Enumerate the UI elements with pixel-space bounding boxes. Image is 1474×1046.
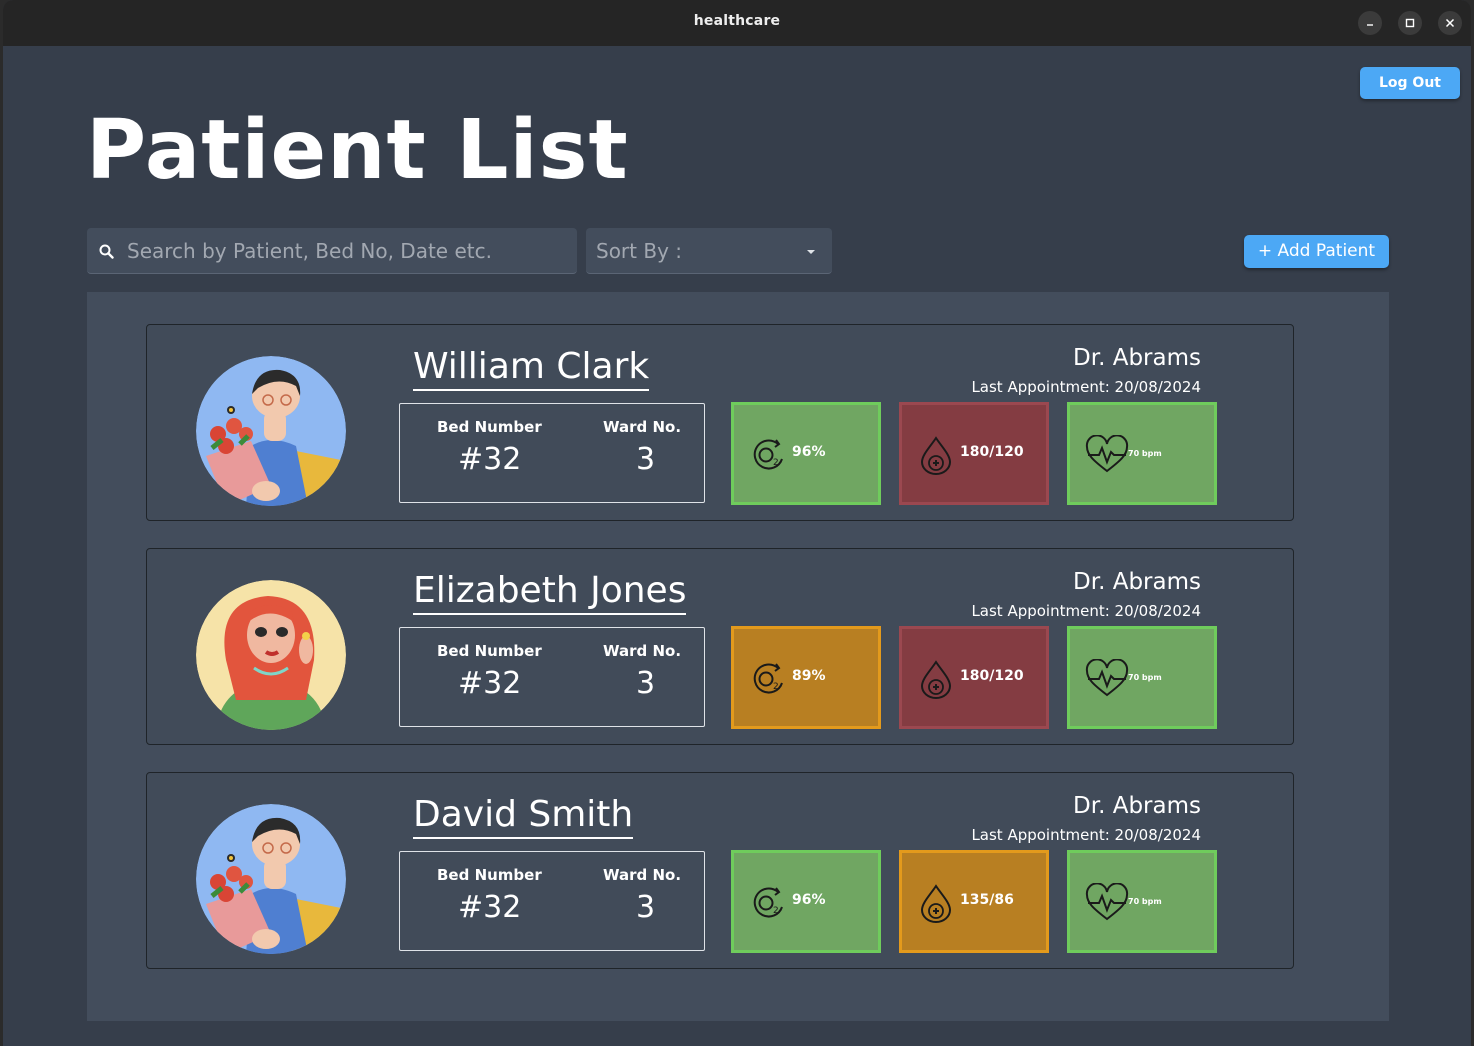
avatar-man-flowers-icon bbox=[196, 804, 346, 954]
oxygen-value: 89% bbox=[792, 668, 826, 684]
bed-ward-box: Bed Number #32 Ward No. 3 bbox=[399, 627, 705, 727]
bed-number-value: #32 bbox=[458, 442, 522, 477]
minimize-icon bbox=[1367, 24, 1373, 26]
oxygen-value: 96% bbox=[792, 892, 826, 908]
avatar bbox=[196, 580, 346, 730]
avatar bbox=[196, 356, 346, 506]
doctor-name: Dr. Abrams bbox=[1073, 345, 1201, 371]
sort-label: Sort By : bbox=[596, 239, 683, 263]
heart-rate-value: 70 bpm bbox=[1128, 449, 1162, 458]
bed-number-value: #32 bbox=[458, 666, 522, 701]
svg-text:2: 2 bbox=[773, 906, 779, 916]
page-title: Patient List bbox=[86, 103, 629, 198]
oxygen-icon: 2 bbox=[753, 887, 783, 918]
heart-rate-value: 70 bpm bbox=[1128, 673, 1162, 682]
blood-drop-icon bbox=[920, 660, 952, 699]
search-icon bbox=[99, 244, 114, 259]
patient-card[interactable]: David Smith Dr. Abrams Last Appointment:… bbox=[146, 772, 1294, 969]
minimize-button[interactable] bbox=[1358, 11, 1382, 35]
blood-pressure-value: 135/86 bbox=[960, 892, 1014, 908]
title-bar: healthcare bbox=[3, 0, 1471, 46]
blood-drop-icon bbox=[920, 436, 952, 475]
bed-number-label: Bed Number bbox=[437, 642, 542, 660]
bed-number-value: #32 bbox=[458, 890, 522, 925]
close-icon bbox=[1445, 18, 1455, 28]
blood-pressure-tile[interactable]: 180/120 bbox=[899, 402, 1049, 505]
logout-button[interactable]: Log Out bbox=[1360, 67, 1460, 99]
patient-name: Elizabeth Jones bbox=[413, 570, 687, 615]
blood-drop-icon bbox=[920, 884, 952, 923]
oxygen-tile[interactable]: 2 89% bbox=[731, 626, 881, 729]
oxygen-value: 96% bbox=[792, 444, 826, 460]
sort-dropdown[interactable]: Sort By : bbox=[586, 228, 832, 274]
maximize-icon bbox=[1405, 18, 1415, 28]
ward-no-value: 3 bbox=[636, 890, 656, 925]
oxygen-tile[interactable]: 2 96% bbox=[731, 850, 881, 953]
heart-rate-tile[interactable]: 70 bpm bbox=[1067, 626, 1217, 729]
blood-pressure-value: 180/120 bbox=[960, 668, 1024, 684]
svg-text:2: 2 bbox=[773, 682, 779, 692]
avatar bbox=[196, 804, 346, 954]
app-window: healthcare Log Out Patient List Search b… bbox=[3, 0, 1471, 1046]
blood-pressure-value: 180/120 bbox=[960, 444, 1024, 460]
heart-rate-tile[interactable]: 70 bpm bbox=[1067, 402, 1217, 505]
bed-number-label: Bed Number bbox=[437, 418, 542, 436]
last-appointment: Last Appointment: 20/08/2024 bbox=[971, 378, 1201, 396]
oxygen-icon: 2 bbox=[753, 439, 783, 470]
patient-card[interactable]: William Clark Dr. Abrams Last Appointmen… bbox=[146, 324, 1294, 521]
last-appointment: Last Appointment: 20/08/2024 bbox=[971, 602, 1201, 620]
heart-rate-value: 70 bpm bbox=[1128, 897, 1162, 906]
patient-name: William Clark bbox=[413, 346, 650, 391]
ward-no-label: Ward No. bbox=[603, 866, 682, 884]
blood-pressure-tile[interactable]: 135/86 bbox=[899, 850, 1049, 953]
heart-rate-icon bbox=[1085, 883, 1129, 921]
heart-rate-tile[interactable]: 70 bpm bbox=[1067, 850, 1217, 953]
patient-card[interactable]: Elizabeth Jones Dr. Abrams Last Appointm… bbox=[146, 548, 1294, 745]
oxygen-icon: 2 bbox=[753, 663, 783, 694]
avatar-man-flowers-icon bbox=[196, 356, 346, 506]
ward-no-label: Ward No. bbox=[603, 642, 682, 660]
bed-number-label: Bed Number bbox=[437, 866, 542, 884]
maximize-button[interactable] bbox=[1398, 11, 1422, 35]
doctor-name: Dr. Abrams bbox=[1073, 793, 1201, 819]
search-field[interactable]: Search by Patient, Bed No, Date etc. bbox=[87, 228, 577, 274]
last-appointment: Last Appointment: 20/08/2024 bbox=[971, 826, 1201, 844]
ward-no-value: 3 bbox=[636, 442, 656, 477]
bed-ward-box: Bed Number #32 Ward No. 3 bbox=[399, 403, 705, 503]
search-placeholder: Search by Patient, Bed No, Date etc. bbox=[127, 239, 492, 263]
window-title: healthcare bbox=[693, 13, 781, 29]
oxygen-tile[interactable]: 2 96% bbox=[731, 402, 881, 505]
patient-list-panel: William Clark Dr. Abrams Last Appointmen… bbox=[87, 292, 1389, 1021]
patient-name: David Smith bbox=[413, 794, 634, 839]
svg-text:2: 2 bbox=[773, 458, 779, 468]
heart-rate-icon bbox=[1085, 435, 1129, 473]
ward-no-value: 3 bbox=[636, 666, 656, 701]
blood-pressure-tile[interactable]: 180/120 bbox=[899, 626, 1049, 729]
dropdown-arrow-icon bbox=[807, 250, 815, 254]
add-patient-button[interactable]: + Add Patient bbox=[1244, 235, 1389, 268]
bed-ward-box: Bed Number #32 Ward No. 3 bbox=[399, 851, 705, 951]
close-button[interactable] bbox=[1438, 11, 1462, 35]
heart-rate-icon bbox=[1085, 659, 1129, 697]
ward-no-label: Ward No. bbox=[603, 418, 682, 436]
avatar-woman-red-hair-icon bbox=[196, 580, 346, 730]
doctor-name: Dr. Abrams bbox=[1073, 569, 1201, 595]
